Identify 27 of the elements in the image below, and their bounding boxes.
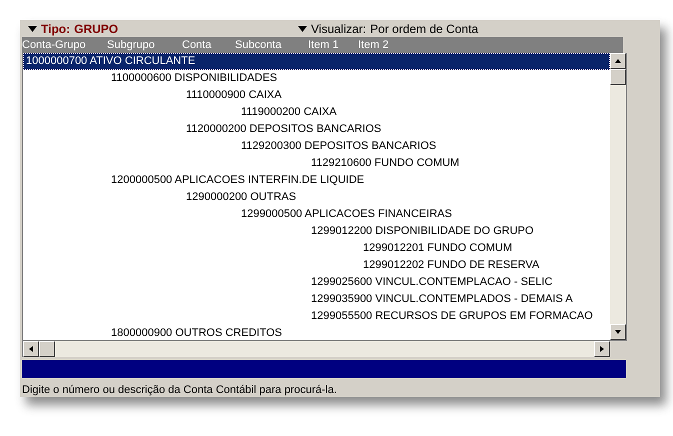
scroll-left-button[interactable]: [23, 341, 39, 357]
down-arrow-icon: [614, 328, 622, 336]
column-header[interactable]: Item 2: [358, 39, 418, 51]
up-arrow-icon: [614, 57, 622, 65]
column-header[interactable]: Subgrupo: [107, 39, 182, 51]
type-label: Tipo:: [41, 22, 70, 36]
type-value[interactable]: GRUPO: [74, 22, 118, 36]
view-value[interactable]: Por ordem de Conta: [370, 22, 478, 36]
scroll-down-button[interactable]: [610, 324, 626, 340]
dropdown-arrow-icon[interactable]: [298, 26, 307, 32]
scroll-right-button[interactable]: [594, 341, 610, 357]
view-label: Visualizar:: [311, 22, 366, 36]
column-header[interactable]: Conta: [182, 39, 235, 51]
tree-row[interactable]: 1000000700 ATIVO CIRCULANTE: [23, 53, 610, 70]
scroll-thumb[interactable]: [39, 341, 55, 357]
column-header[interactable]: Item 1: [308, 39, 358, 51]
dropdown-arrow-icon[interactable]: [28, 26, 37, 32]
search-field[interactable]: [22, 360, 626, 378]
column-header[interactable]: Conta-Grupo: [22, 39, 107, 51]
left-arrow-icon: [27, 345, 35, 353]
vertical-scrollbar[interactable]: [610, 53, 626, 340]
status-text: Digite o número ou descrição da Conta Contábil para procurá-la.: [22, 384, 338, 396]
column-header[interactable]: Subconta: [235, 39, 308, 51]
scroll-up-button[interactable]: [610, 53, 626, 69]
right-arrow-icon: [598, 345, 606, 353]
horizontal-scrollbar[interactable]: [22, 341, 610, 357]
scroll-thumb[interactable]: [610, 69, 626, 85]
